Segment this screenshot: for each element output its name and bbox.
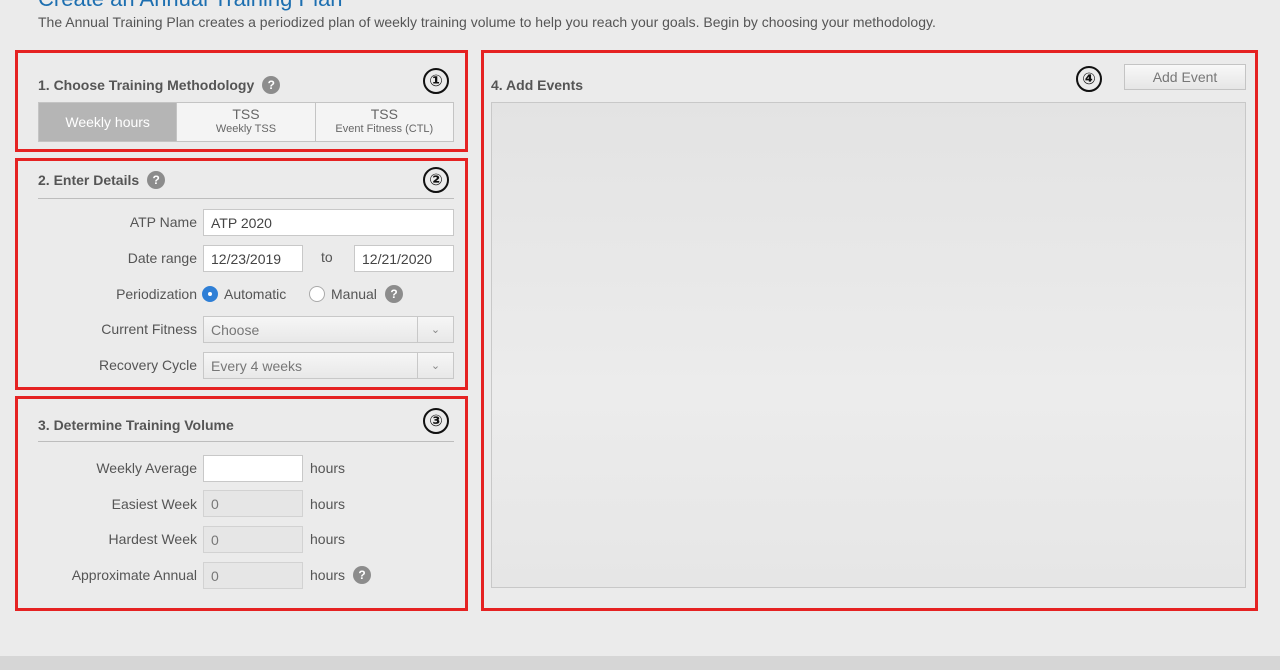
hardest-week-unit: hours (310, 531, 346, 547)
section-volume-heading: 3. Determine Training Volume (38, 417, 234, 433)
badge-3: ③ (423, 408, 449, 434)
divider (38, 198, 454, 199)
methodology-event-fitness[interactable]: TSS Event Fitness (CTL) (314, 103, 453, 141)
option-label: TSS (370, 106, 398, 122)
easiest-week-unit: hours (310, 496, 346, 512)
events-area[interactable] (491, 102, 1246, 588)
methodology-selector[interactable]: Weekly hours TSS Weekly TSS TSS Event Fi… (38, 102, 454, 142)
badge-1: ① (423, 68, 449, 94)
section-details-heading: 2. Enter Details ? (38, 171, 166, 189)
option-sublabel: Weekly TSS (215, 123, 277, 135)
help-icon[interactable]: ? (385, 285, 403, 303)
date-to-label: to (321, 249, 333, 265)
approx-annual-unit: hours (310, 567, 346, 583)
option-sublabel: Event Fitness (CTL) (335, 123, 434, 135)
divider (38, 441, 454, 442)
section-methodology-title: 1. Choose Training Methodology (38, 77, 255, 93)
periodization-manual-radio[interactable] (309, 286, 325, 302)
atp-name-label: ATP Name (129, 214, 197, 230)
recovery-cycle-select[interactable]: Every 4 weeks ⌄ (203, 352, 454, 379)
hardest-week-label: Hardest Week (108, 531, 197, 547)
current-fitness-value: Choose (211, 321, 260, 338)
easiest-week-field: 0 (203, 490, 303, 517)
hardest-week-field: 0 (203, 526, 303, 553)
footer-bar (0, 656, 1280, 670)
periodization-label: Periodization (116, 286, 197, 302)
current-fitness-label: Current Fitness (101, 321, 197, 337)
date-range-label: Date range (127, 250, 197, 266)
periodization-manual-label[interactable]: Manual (331, 286, 377, 302)
approx-annual-field: 0 (203, 562, 303, 589)
option-label: Weekly hours (65, 113, 150, 130)
date-from-input[interactable]: 12/23/2019 (203, 245, 303, 272)
recovery-cycle-value: Every 4 weeks (211, 357, 303, 374)
section-events-title: 4. Add Events (491, 77, 584, 93)
add-event-button[interactable]: Add Event (1124, 64, 1246, 90)
page-title: Create an Annual Training Plan (38, 0, 343, 12)
help-icon[interactable]: ? (147, 171, 166, 189)
section-volume-title: 3. Determine Training Volume (38, 417, 234, 433)
weekly-average-label: Weekly Average (96, 460, 197, 476)
periodization-automatic-radio[interactable] (202, 286, 218, 302)
recovery-cycle-label: Recovery Cycle (98, 357, 197, 373)
easiest-week-label: Easiest Week (111, 496, 197, 512)
methodology-weekly-tss[interactable]: TSS Weekly TSS (176, 103, 314, 141)
weekly-average-input[interactable] (203, 455, 303, 482)
methodology-weekly-hours[interactable]: Weekly hours (39, 103, 177, 141)
option-label: TSS (232, 106, 260, 122)
section-methodology-heading: 1. Choose Training Methodology ? (38, 76, 281, 94)
periodization-automatic-label[interactable]: Automatic (224, 286, 286, 302)
chevron-down-icon: ⌄ (417, 353, 453, 378)
atp-name-input[interactable]: ATP 2020 (203, 209, 454, 236)
chevron-down-icon: ⌄ (417, 317, 453, 342)
help-icon[interactable]: ? (262, 76, 281, 94)
current-fitness-select[interactable]: Choose ⌄ (203, 316, 454, 343)
approx-annual-label: Approximate Annual (71, 567, 197, 583)
weekly-average-unit: hours (310, 460, 346, 476)
badge-2: ② (423, 167, 449, 193)
help-icon[interactable]: ? (353, 566, 371, 584)
section-events-heading: 4. Add Events (491, 77, 583, 93)
page-intro: The Annual Training Plan creates a perio… (38, 14, 936, 30)
section-details-title: 2. Enter Details (38, 172, 140, 188)
date-to-input[interactable]: 12/21/2020 (354, 245, 454, 272)
badge-4: ④ (1076, 66, 1102, 92)
